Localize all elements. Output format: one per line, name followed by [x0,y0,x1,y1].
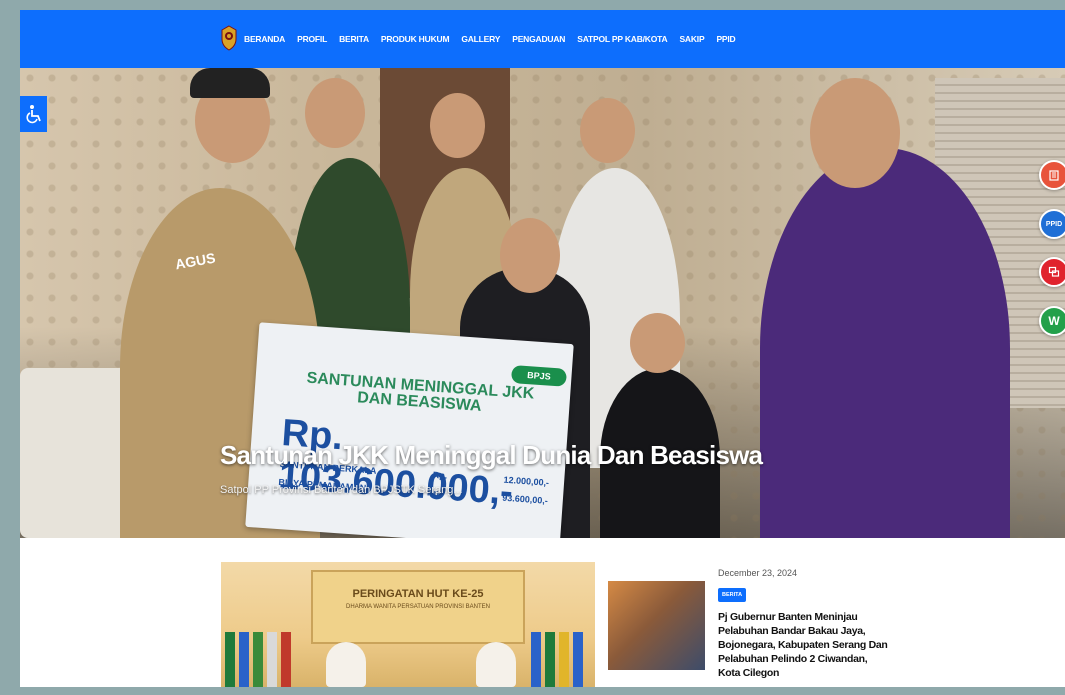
flag [239,632,249,687]
news-date: December 23, 2024 [718,568,798,578]
flag [545,632,555,687]
event-banner: PERINGATAN HUT KE-25 DHARMA WANITA PERSA… [311,570,525,644]
hero-slider[interactable]: AGUS BPJS SANTUNAN MENINGGAL JKK DAN BEA… [20,68,1065,538]
nav-item-pengaduan[interactable]: PENGADUAN [512,34,565,44]
nav-item-satpol-pp-kab-kota[interactable]: SATPOL PP KAB/KOTA [577,34,667,44]
ppid-icon-label: PPID [1045,220,1063,228]
board-row-value: 12.000,00,- [503,474,550,488]
nav-item-berita[interactable]: BERITA [339,34,369,44]
featured-news-image[interactable]: PERINGATAN HUT KE-25 DHARMA WANITA PERSA… [221,562,595,687]
nav-item-gallery[interactable]: GALLERY [461,34,500,44]
flag [573,632,583,687]
nav-item-ppid[interactable]: PPID [716,34,735,44]
side-icon-complaint[interactable] [1039,257,1065,287]
nav-item-produk-hukum[interactable]: PRODUK HUKUM [381,34,450,44]
flag [531,632,541,687]
browser-page: BERANDA PROFIL BERITA PRODUK HUKUM GALLE… [20,10,1065,687]
top-navbar: BERANDA PROFIL BERITA PRODUK HUKUM GALLE… [20,10,1065,68]
flag [253,632,263,687]
banner-subtitle: DHARMA WANITA PERSATUAN PROVINSI BANTEN [346,604,490,610]
donation-board: BPJS SANTUNAN MENINGGAL JKK DAN BEASISWA… [245,322,574,538]
nav-menu: BERANDA PROFIL BERITA PRODUK HUKUM GALLE… [244,10,736,68]
complaint-icon [1048,266,1060,277]
hero-title[interactable]: Santunan JKK Meninggal Dunia Dan Beasisw… [220,440,763,471]
hero-person [760,148,1010,538]
news-category-badge[interactable]: BERITA [718,588,747,602]
side-icon-building[interactable] [1039,160,1065,190]
wheelchair-icon [25,105,41,124]
nav-item-beranda[interactable]: BERANDA [244,34,285,44]
satpol-pp-logo[interactable] [220,25,238,51]
banner-title: PERINGATAN HUT KE-25 [352,588,484,600]
hero-head [630,313,685,373]
hero-head [305,78,365,148]
building-icon [1049,170,1059,181]
side-icon-whatsapp[interactable]: W [1039,306,1065,336]
hero-head [430,93,485,158]
board-title: SANTUNAN MENINGGAL JKK DAN BEASISWA [306,369,535,415]
w-icon-label: W [1048,314,1060,328]
nav-item-sakip[interactable]: SAKIP [679,34,704,44]
hero-head [580,98,635,163]
accessibility-button[interactable] [20,96,47,132]
hero-head [810,78,900,188]
nav-item-profil[interactable]: PROFIL [297,34,327,44]
news-thumbnail[interactable] [608,581,705,670]
hero-head [500,218,560,293]
flag [559,632,569,687]
hero-cap [190,68,270,98]
flag [267,632,277,687]
side-icon-ppid[interactable]: PPID [1039,209,1065,239]
news-section: PERINGATAN HUT KE-25 DHARMA WANITA PERSA… [20,538,1065,687]
flag [225,632,235,687]
flag [281,632,291,687]
board-row-value: 93.600,00,- [501,492,549,506]
hero-subtitle: Satpol PP Provinsi Banten dan BPJSTK Ser… [220,484,463,496]
news-title-link[interactable]: Pj Gubernur Banten Meninjau Pelabuhan Ba… [718,610,890,680]
bpjs-logo: BPJS [510,364,568,387]
board-row-currency: Rp. [432,469,448,481]
speaker-figure [476,642,516,687]
speaker-figure [326,642,366,687]
bpjs-logo-text: BPJS [526,370,552,382]
hero-sofa [20,368,130,538]
